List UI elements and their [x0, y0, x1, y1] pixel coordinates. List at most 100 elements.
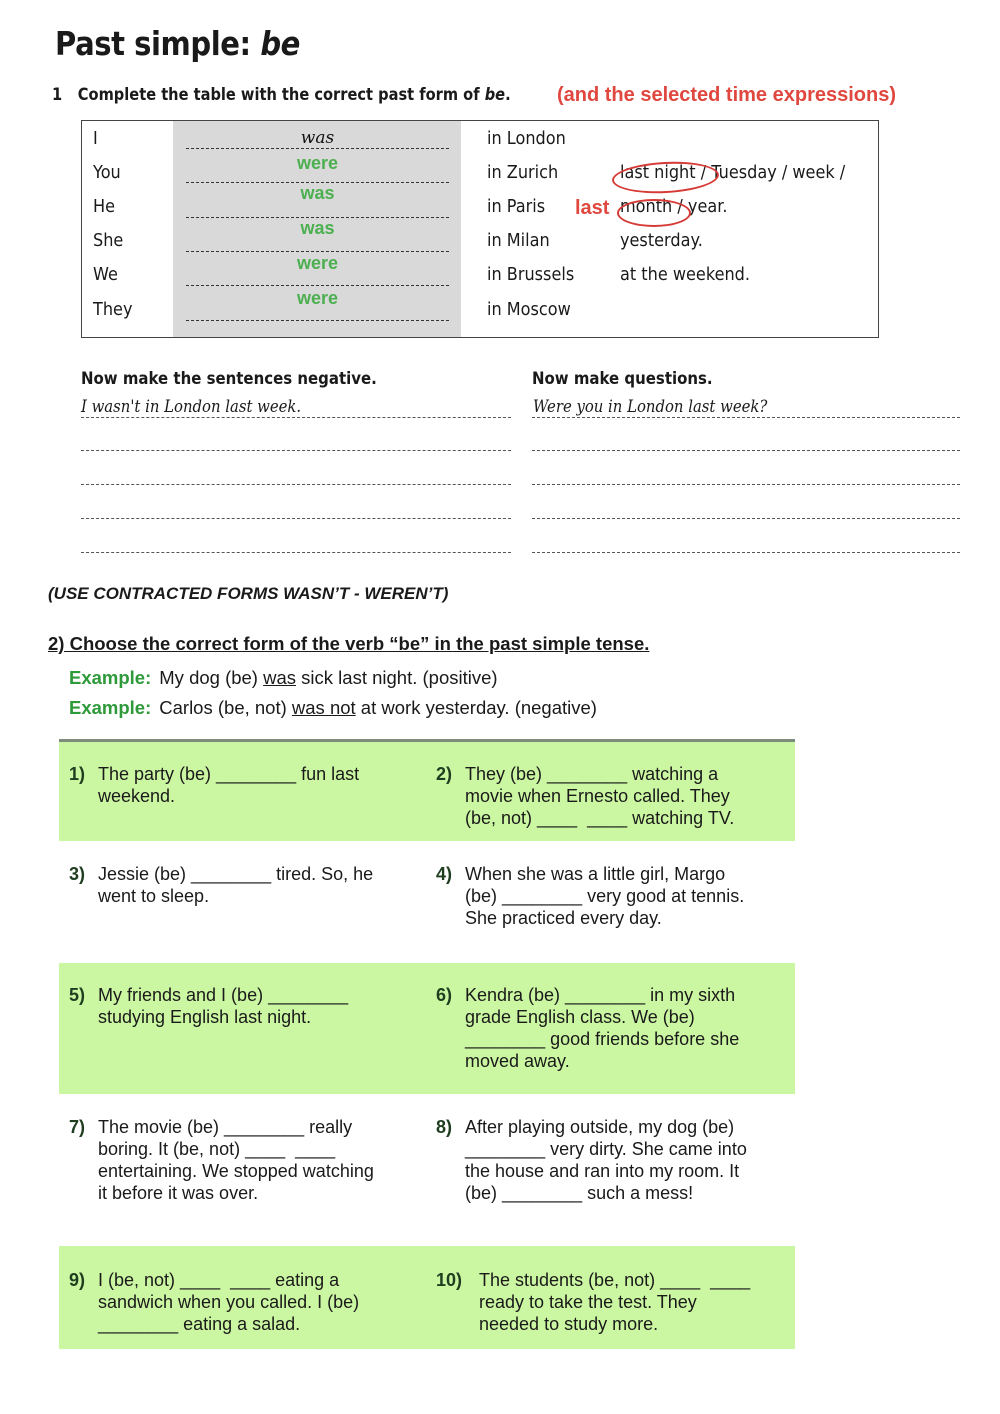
time-expression: at the weekend. [620, 265, 751, 285]
table-subject: They [93, 300, 133, 320]
question-line[interactable]: weekend. [98, 785, 429, 807]
questions-heading: Now make questions. [532, 369, 713, 389]
table-place: in Milan [487, 231, 550, 251]
negatives-example: I wasn't in London last week. [81, 397, 302, 416]
contracted-forms-note: (USE CONTRACTED FORMS WASN’T - WEREN’T) [48, 584, 449, 603]
instruction-text: Complete the table with the correct past… [77, 85, 485, 105]
question-line[interactable]: sandwich when you called. I (be) [98, 1291, 429, 1313]
time-expression: yesterday. [620, 231, 703, 251]
negative-answer-line[interactable] [81, 552, 511, 553]
questions-example: Were you in London last week? [533, 397, 768, 416]
question-answer-line[interactable] [532, 450, 960, 451]
instruction-annotation: (and the selected time expressions) [557, 84, 897, 106]
question-line[interactable]: ________ very dirty. She came into [465, 1138, 796, 1160]
question-number: 8) [436, 1117, 453, 1137]
answer-filled[interactable]: were [186, 253, 449, 274]
title-italic: be [260, 24, 300, 63]
example-label: Example: [69, 667, 152, 688]
question-line[interactable]: it before it was over. [98, 1182, 429, 1204]
exercise-question: 7) The movie (be) ________ really boring. … [69, 1116, 429, 1204]
question-number: 9) [69, 1270, 86, 1290]
question-line[interactable]: moved away. [465, 1050, 796, 1072]
answer-blank-line [186, 251, 449, 252]
example-text: sick last night. (positive) [296, 667, 498, 688]
table-subject: She [93, 231, 124, 251]
answer-blank-line [186, 320, 449, 321]
question-number: 5) [69, 985, 86, 1005]
question-line[interactable]: studying English last night. [98, 1006, 429, 1028]
table-place: in Paris [487, 197, 546, 217]
question-line[interactable]: boring. It (be, not) ____ ____ [98, 1138, 429, 1160]
question-line[interactable]: The party (be) ________ fun last [98, 763, 429, 785]
negative-answer-line[interactable] [81, 450, 511, 451]
answer-blank-line [186, 148, 449, 149]
instruction-end: . [505, 85, 511, 105]
question-line[interactable]: the house and ran into my room. It [465, 1160, 796, 1182]
question-number: 2) [436, 764, 453, 784]
example-positive: Example: My dog (be) was sick last night.… [69, 667, 498, 689]
question-answer-line[interactable] [532, 552, 960, 553]
exercise-question: 6) Kendra (be) ________ in my sixth grade … [436, 984, 796, 1072]
question-line[interactable]: I (be, not) ____ ____ eating a [98, 1269, 429, 1291]
question-line[interactable]: (be, not) ____ ____ watching TV. [465, 807, 796, 829]
question-answer-line[interactable] [532, 518, 960, 519]
exercise-question: 10) The students (be, not) ____ ____ ready… [436, 1269, 796, 1335]
example-answer: was [263, 667, 297, 688]
negative-answer-line [81, 417, 511, 418]
question-line[interactable]: The movie (be) ________ really [98, 1116, 429, 1138]
question-line[interactable]: (be) ________ such a mess! [465, 1182, 796, 1204]
question-number: 7) [69, 1117, 86, 1137]
question-line[interactable]: (be) ________ very good at tennis. [465, 885, 796, 907]
question-number: 10) [436, 1270, 463, 1290]
question-line[interactable]: grade English class. We (be) [465, 1006, 796, 1028]
table-place: in Moscow [487, 300, 571, 320]
instruction-italic: be [484, 85, 506, 105]
question-line[interactable]: went to sleep. [98, 885, 429, 907]
table-subject: We [93, 265, 118, 285]
table-subject: I [93, 129, 98, 149]
page-title: Past simple: be [55, 24, 300, 63]
title-main: Past simple: [55, 24, 261, 63]
question-line[interactable]: ready to take the test. They [479, 1291, 796, 1313]
example-text: at work yesterday. (negative) [355, 697, 597, 718]
exercise-question: 9) I (be, not) ____ ____ eating a sandwich… [69, 1269, 429, 1335]
question-line[interactable]: needed to study more. [479, 1313, 796, 1335]
question-line[interactable]: ________ good friends before she [465, 1028, 796, 1050]
negative-answer-line[interactable] [81, 518, 511, 519]
exercise-question: 1) The party (be) ________ fun last weeken… [69, 763, 429, 807]
table-place: in Brussels [487, 265, 575, 285]
answer-blank-line [186, 285, 449, 286]
table-subject: He [93, 197, 116, 217]
example-answer: was not [291, 697, 356, 718]
answer-filled[interactable]: was [186, 218, 449, 239]
exercise-question: 4) When she was a little girl, Margo (be) … [436, 863, 796, 929]
question-line[interactable]: My friends and I (be) ________ [98, 984, 429, 1006]
question-answer-line [532, 417, 960, 418]
question-number: 4) [436, 864, 453, 884]
negative-answer-line[interactable] [81, 484, 511, 485]
exercise-question: 5) My friends and I (be) ________ studying… [69, 984, 429, 1028]
question-line[interactable]: ________ eating a salad. [98, 1313, 429, 1335]
question-line[interactable]: She practiced every day. [465, 907, 796, 929]
question-number: 6) [436, 985, 453, 1005]
example-text: My dog (be) [159, 667, 264, 688]
question-line[interactable]: They (be) ________ watching a [465, 763, 796, 785]
question-line[interactable]: entertaining. We stopped watching [98, 1160, 429, 1182]
answer-filled[interactable]: were [186, 153, 449, 174]
answer-example: was [300, 128, 335, 148]
question-line[interactable]: After playing outside, my dog (be) [465, 1116, 796, 1138]
added-word-last: last [575, 197, 610, 219]
question-line[interactable]: The students (be, not) ____ ____ [479, 1269, 796, 1291]
question-line[interactable]: Jessie (be) ________ tired. So, he [98, 863, 429, 885]
answer-filled[interactable]: were [186, 288, 449, 309]
table-place: in London [487, 129, 566, 149]
answer-filled[interactable]: was [186, 183, 449, 204]
question-line[interactable]: movie when Ernesto called. They [465, 785, 796, 807]
question-number: 3) [69, 864, 86, 884]
question-answer-line[interactable] [532, 484, 960, 485]
negatives-heading: Now make the sentences negative. [81, 369, 377, 389]
exercise1-number: 1 [52, 85, 63, 105]
question-line[interactable]: Kendra (be) ________ in my sixth [465, 984, 796, 1006]
question-line[interactable]: When she was a little girl, Margo [465, 863, 796, 885]
exercise1-instruction: 1 Complete the table with the correct pas… [52, 85, 511, 105]
